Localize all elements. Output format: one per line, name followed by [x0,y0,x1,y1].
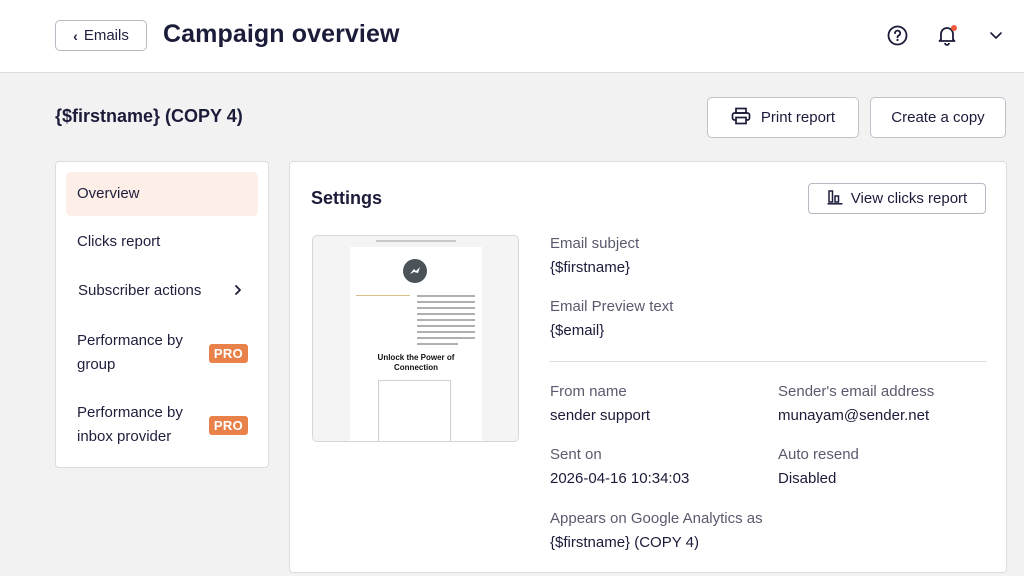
preview-image-placeholder [378,380,451,441]
preview-text-lines [417,295,475,345]
view-clicks-label: View clicks report [850,190,968,207]
sender-email-label: Sender's email address [778,383,935,400]
email-preview-thumbnail[interactable]: Unlock the Power of Connection [312,235,519,442]
sidebar-item-label: Performance by group [66,329,183,377]
auto-resend-value: Disabled [778,470,837,487]
sidebar-item-label: Subscriber actions [78,282,202,299]
logo-icon [403,259,427,283]
preview-heading-line-1: Unlock the Power of [377,353,455,362]
preview-top-line [313,240,518,243]
google-analytics-label: Appears on Google Analytics as [550,510,763,527]
bar-chart-icon [827,189,843,209]
sidebar-item-clicks-report[interactable]: Clicks report [66,220,258,264]
label-line-1: Performance by [77,332,183,349]
pro-badge: PRO [208,343,248,363]
back-to-emails-button[interactable]: ‹ Emails [55,20,147,51]
google-analytics-value: {$firstname} (COPY 4) [550,534,699,551]
auto-resend-label: Auto resend [778,446,859,463]
sidebar-nav: Overview Clicks report Subscriber action… [55,161,269,468]
back-button-label: Emails [83,27,129,44]
preview-lower-section: Unlock the Power of Connection [313,348,518,441]
print-report-button[interactable]: Print report [707,97,859,138]
help-icon[interactable] [886,24,908,46]
sidebar-item-overview[interactable]: Overview [66,172,258,216]
sidebar-item-performance-by-group[interactable]: Performance by group PRO [66,328,258,378]
label-line-1: Performance by [77,404,183,421]
email-preview-text-label: Email Preview text [550,298,674,315]
preview-image-line [356,295,410,296]
from-name-value: sender support [550,407,651,424]
campaign-name: {$firstname} (COPY 4) [55,106,243,126]
preview-heading-line-2: Connection [394,363,438,372]
settings-title: Settings [311,188,383,208]
notification-dot [951,25,957,31]
sidebar-item-performance-by-inbox-provider[interactable]: Performance by inbox provider PRO [66,400,258,450]
sent-on-label: Sent on [550,446,602,463]
sidebar-item-label: Clicks report [77,233,161,250]
sender-email-value: munayam@sender.net [778,407,930,424]
top-bar: ‹ Emails Campaign overview [0,0,1024,73]
view-clicks-report-button[interactable]: View clicks report [808,183,986,214]
settings-divider [550,361,986,362]
chevron-left-icon: ‹ [73,27,78,44]
printer-icon [731,107,751,129]
email-subject-label: Email subject [550,235,640,252]
email-preview-text-value: {$email} [550,322,605,339]
create-copy-button[interactable]: Create a copy [870,97,1006,138]
bell-icon[interactable] [936,24,958,46]
label-line-2: inbox provider [77,428,172,445]
chevron-right-icon [234,283,242,300]
email-subject-value: {$firstname} [550,259,631,276]
chevron-down-icon[interactable] [985,24,1007,46]
preview-heading: Unlock the Power of Connection [350,353,482,373]
sidebar-item-label: Performance by inbox provider [66,401,183,449]
sidebar-item-label: Overview [77,185,140,202]
label-line-2: group [77,356,116,373]
page-title: Campaign overview [163,20,400,48]
from-name-label: From name [550,383,627,400]
sent-on-value: 2026-04-16 10:34:03 [550,470,690,487]
create-copy-label: Create a copy [891,109,985,126]
sidebar-item-subscriber-actions[interactable]: Subscriber actions [66,269,258,313]
pro-badge: PRO [208,415,248,435]
print-report-label: Print report [760,109,836,126]
settings-panel: Settings View clicks report Unlock the P… [289,161,1007,573]
